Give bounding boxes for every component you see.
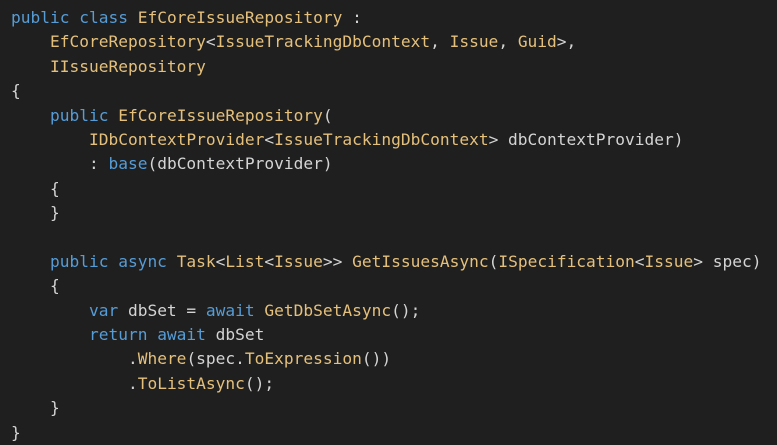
code-token-plain: . xyxy=(11,373,138,393)
code-token-plain: . xyxy=(11,349,138,369)
code-token-type: IssueTrackingDbContext xyxy=(215,32,431,52)
code-token-keyword: base xyxy=(108,154,148,174)
code-token-method: ToExpression xyxy=(244,349,362,369)
code-token-type: Task xyxy=(176,251,216,271)
code-token-type: IssueTrackingDbContext xyxy=(274,129,489,149)
code-token-punct: ( xyxy=(488,251,499,271)
code-token-plain: } xyxy=(11,203,60,223)
code-token-plain: , xyxy=(430,32,450,52)
code-token-keyword: public async xyxy=(49,251,177,271)
code-token-plain: { xyxy=(11,178,60,198)
code-token-punct: < xyxy=(634,251,645,271)
code-line: { xyxy=(11,274,777,298)
code-token-method: GetIssuesAsync xyxy=(352,251,489,271)
code-token-type: Issue xyxy=(449,32,499,52)
code-token-type: IDbContextProvider xyxy=(88,129,265,149)
code-token-type: EfCoreRepository xyxy=(49,32,206,52)
code-token-type: List xyxy=(225,251,265,271)
code-token-type: EfCoreIssueRepository xyxy=(137,8,343,27)
code-token-plain: (spec. xyxy=(186,349,245,369)
code-line: public async Task<List<Issue>> GetIssues… xyxy=(11,250,777,274)
code-token-plain: > spec) xyxy=(693,251,762,271)
code-token-plain: : xyxy=(11,154,109,174)
code-token-punct: < xyxy=(215,251,226,271)
code-token-plain: , xyxy=(498,32,518,52)
code-token-plain: (); xyxy=(244,373,275,393)
code-token-plain: dbSet xyxy=(215,325,265,345)
code-token-plain: ()) xyxy=(361,349,392,369)
code-token-type: EfCoreIssueRepository xyxy=(118,105,323,125)
code-token-punct: < xyxy=(264,251,275,271)
code-line: IDbContextProvider<IssueTrackingDbContex… xyxy=(11,128,777,152)
code-token-plain: dbSet = xyxy=(127,300,206,320)
code-line: public EfCoreIssueRepository( xyxy=(11,104,777,128)
code-token-plain: } xyxy=(11,398,60,418)
code-token-punct: >, xyxy=(556,32,577,52)
code-token-punct: >> xyxy=(322,251,353,271)
code-token-type: Issue xyxy=(274,251,323,271)
code-token-plain: { xyxy=(11,276,60,296)
code-line: : base(dbContextProvider) xyxy=(11,152,777,176)
code-token-plain: > dbContextProvider) xyxy=(488,129,684,149)
code-line: { xyxy=(11,177,777,201)
code-token-keyword: var xyxy=(88,300,128,320)
code-token-plain: : xyxy=(342,8,362,27)
code-token-punct: < xyxy=(205,32,216,52)
code-line: IIssueRepository xyxy=(11,55,777,79)
code-token-method: ToListAsync xyxy=(137,373,245,393)
code-line: return await dbSet xyxy=(11,323,777,347)
code-line: } xyxy=(11,201,777,225)
code-token-punct: < xyxy=(264,129,275,149)
code-line: .Where(spec.ToExpression()) xyxy=(11,347,777,371)
code-line: .ToListAsync(); xyxy=(11,372,777,396)
code-token-plain: } xyxy=(11,422,21,442)
code-line: } xyxy=(11,396,777,420)
code-token-keyword: public class xyxy=(11,8,138,27)
code-editor[interactable]: public class EfCoreIssueRepository : EfC… xyxy=(0,0,777,445)
code-line: { xyxy=(11,79,777,103)
code-token-keyword: await xyxy=(205,300,265,320)
code-token-plain: (dbContextProvider) xyxy=(147,154,333,174)
code-token-type: ISpecification xyxy=(498,251,635,271)
code-token-plain: { xyxy=(11,81,21,101)
code-token-punct: ( xyxy=(322,105,333,125)
code-token-type: IIssueRepository xyxy=(49,56,206,76)
code-line: var dbSet = await GetDbSetAsync(); xyxy=(11,299,777,323)
code-line: EfCoreRepository<IssueTrackingDbContext,… xyxy=(11,30,777,54)
code-token-method: Where xyxy=(137,349,187,369)
code-token-keyword: return await xyxy=(88,325,216,345)
code-token-type: Issue xyxy=(644,251,694,271)
code-token-keyword: public xyxy=(49,105,119,125)
code-line: } xyxy=(11,421,777,445)
code-token-method: GetDbSetAsync xyxy=(264,300,392,320)
code-line: public class EfCoreIssueRepository : xyxy=(11,6,777,30)
code-token-type: Guid xyxy=(517,32,557,52)
code-token-plain: (); xyxy=(391,300,421,320)
